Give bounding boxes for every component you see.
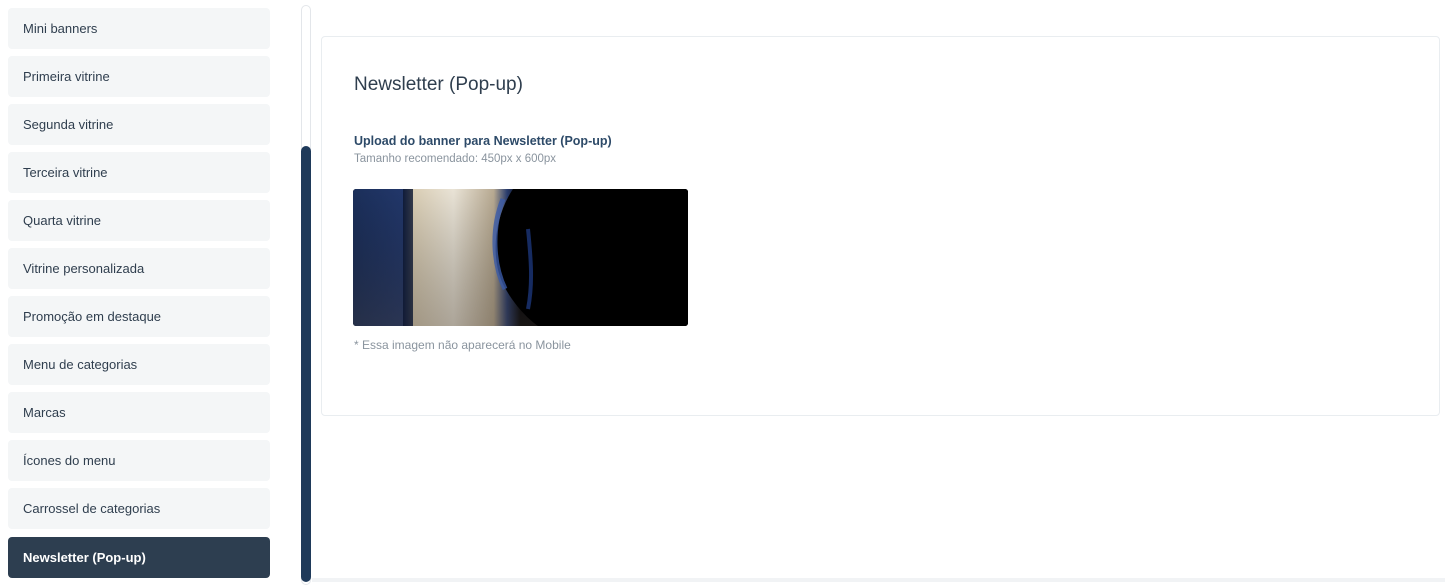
sidebar-item-carrossel-categorias[interactable]: Carrossel de categorias <box>8 488 270 529</box>
sidebar-item-promocao-destaque[interactable]: Promoção em destaque <box>8 296 270 337</box>
sidebar-item-label: Mini banners <box>23 21 98 36</box>
sidebar-item-label: Newsletter (Pop-up) <box>23 550 146 565</box>
sidebar-item-label: Vitrine personalizada <box>23 261 145 276</box>
upload-size-hint: Tamanho recomendado: 450px x 600px <box>354 153 557 165</box>
mobile-visibility-note: * Essa imagem não aparecerá no Mobile <box>354 338 571 352</box>
sidebar-item-label: Marcas <box>23 405 66 420</box>
settings-sidebar: Mini banners Primeira vitrine Segunda vi… <box>0 0 290 582</box>
sidebar-item-marcas[interactable]: Marcas <box>8 392 270 433</box>
newsletter-settings-card: Newsletter (Pop-up) Upload do banner par… <box>321 36 1440 416</box>
sidebar-item-quarta-vitrine[interactable]: Quarta vitrine <box>8 200 270 241</box>
sidebar-item-label: Promoção em destaque <box>23 309 162 324</box>
sidebar-item-icones-menu[interactable]: Ícones do menu <box>8 440 270 481</box>
sidebar-item-label: Primeira vitrine <box>23 69 110 84</box>
sidebar-item-label: Segunda vitrine <box>23 117 114 132</box>
bottom-divider <box>312 578 1445 582</box>
sidebar-item-label: Terceira vitrine <box>23 165 108 180</box>
sidebar-item-primeira-vitrine[interactable]: Primeira vitrine <box>8 56 270 97</box>
sidebar-item-label: Menu de categorias <box>23 357 138 372</box>
sidebar-item-mini-banners[interactable]: Mini banners <box>8 8 270 49</box>
sidebar-item-vitrine-personalizada[interactable]: Vitrine personalizada <box>8 248 270 289</box>
banner-image-upload[interactable] <box>353 189 688 326</box>
sidebar-item-terceira-vitrine[interactable]: Terceira vitrine <box>8 152 270 193</box>
sidebar-item-newsletter-popup[interactable]: Newsletter (Pop-up) <box>8 537 270 578</box>
sidebar-item-menu-categorias[interactable]: Menu de categorias <box>8 344 270 385</box>
sidebar-item-label: Carrossel de categorias <box>23 501 161 516</box>
upload-label: Upload do banner para Newsletter (Pop-up… <box>354 134 612 148</box>
banner-preview-image <box>353 189 688 326</box>
sidebar-item-segunda-vitrine[interactable]: Segunda vitrine <box>8 104 270 145</box>
page-title: Newsletter (Pop-up) <box>354 74 523 95</box>
sidebar-item-label: Ícones do menu <box>23 453 116 468</box>
sidebar-scrollbar-thumb[interactable] <box>301 146 311 582</box>
sidebar-item-label: Quarta vitrine <box>23 213 102 228</box>
